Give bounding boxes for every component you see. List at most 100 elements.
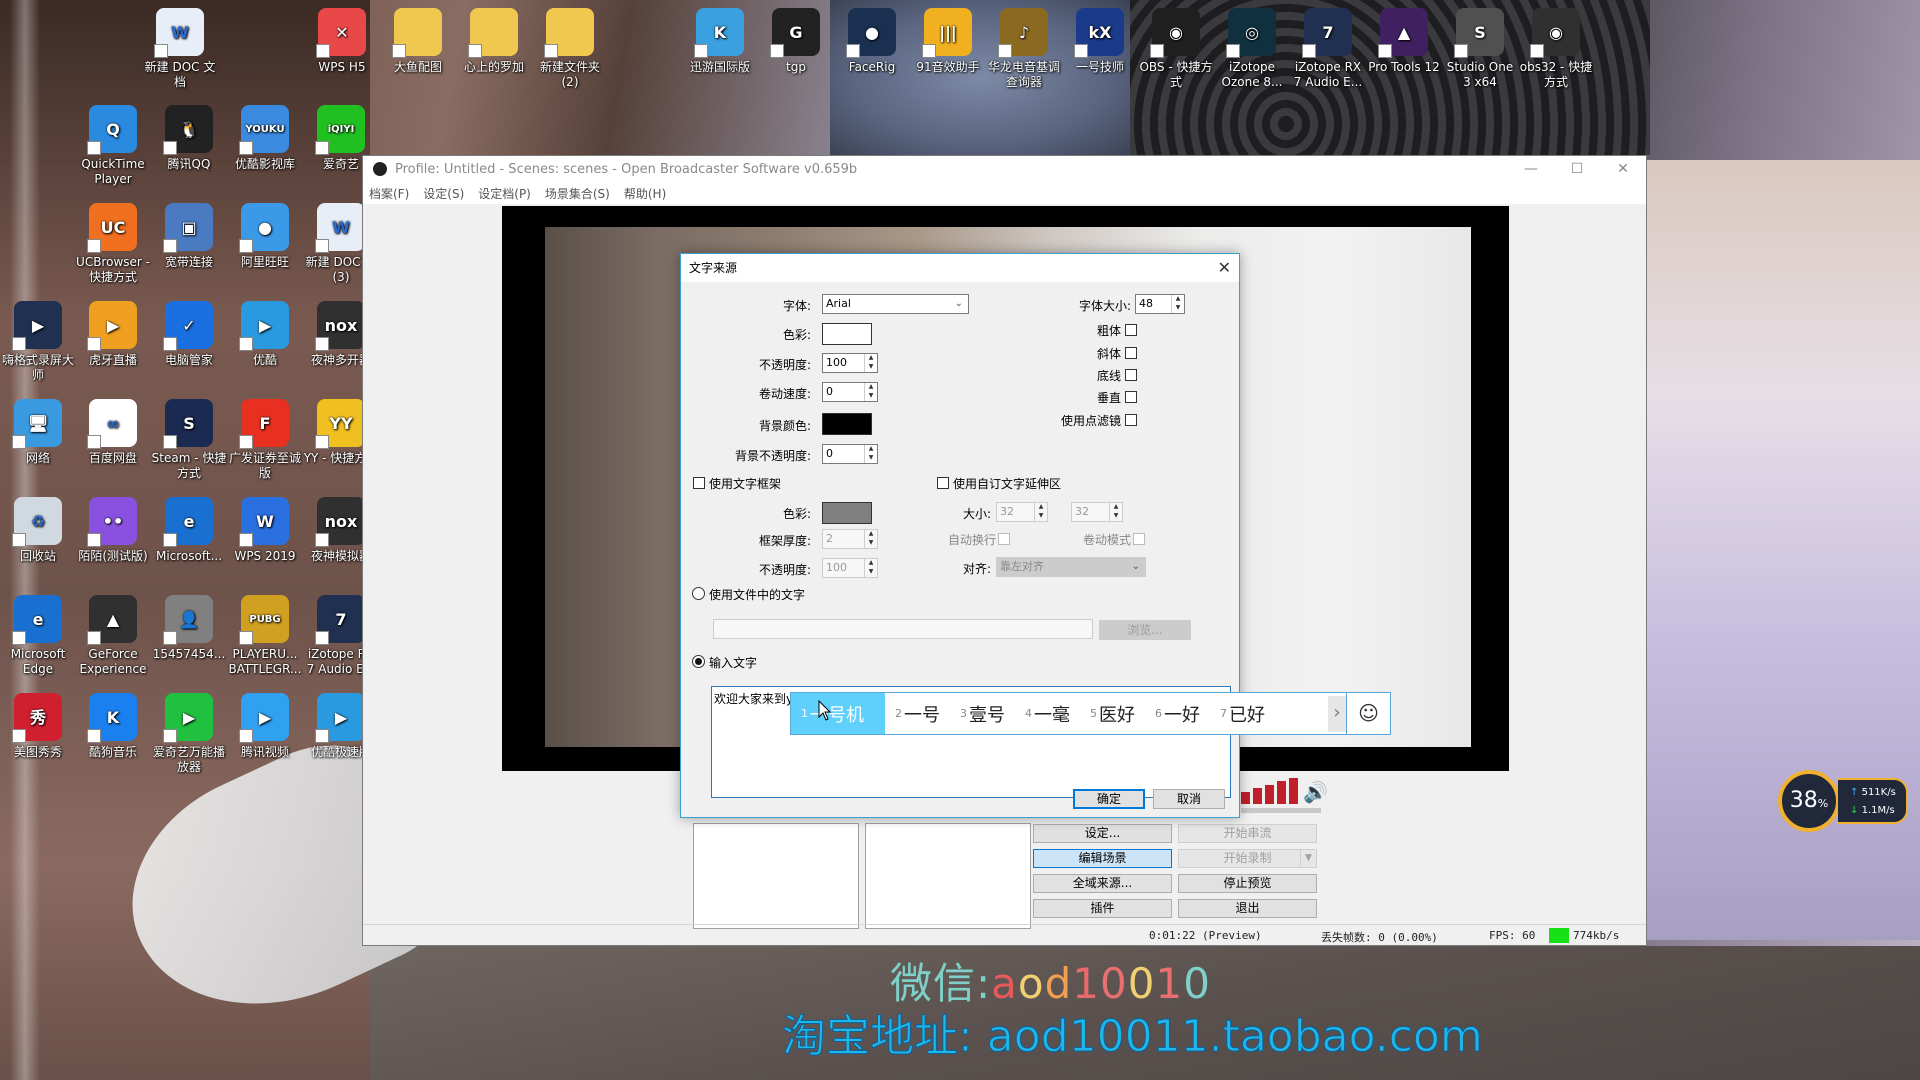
desktop-icon[interactable]: ● 阿里旺旺	[227, 203, 303, 270]
desktop-icon[interactable]: 🖥 网络	[0, 399, 76, 466]
use-outline-checkbox[interactable]	[693, 477, 705, 489]
menu-help[interactable]: 帮助(H)	[624, 185, 666, 202]
font-select[interactable]: Arial ⌄	[822, 294, 969, 314]
scroll-mode-checkbox[interactable]	[1133, 533, 1145, 545]
size-width-input[interactable]: 32 ▲ ▼	[996, 502, 1048, 522]
outline-thickness-input[interactable]: 2 ▲ ▼	[822, 529, 878, 549]
desktop-icon[interactable]: 大鱼配图	[380, 8, 456, 75]
font-size-input[interactable]: 48 ▲ ▼	[1135, 294, 1185, 314]
point-filter-checkbox[interactable]	[1125, 414, 1137, 426]
emoji-icon[interactable]: ☺	[1346, 693, 1390, 734]
desktop-icon[interactable]: ▣ 宽带连接	[151, 203, 227, 270]
use-file-radio[interactable]	[692, 587, 705, 600]
exit-button[interactable]: 退出	[1178, 899, 1317, 918]
desktop-icon[interactable]: F 广发证券至诚版	[227, 399, 303, 481]
desktop-icon[interactable]: YOUKU 优酷影视库	[227, 105, 303, 172]
desktop-icon[interactable]: W WPS 2019	[227, 497, 303, 564]
desktop-icon[interactable]: ▶ 嗨格式录屏大师	[0, 301, 76, 383]
edit-scene-button[interactable]: 编辑场景	[1033, 849, 1172, 868]
desktop-icon[interactable]: ▶ 爱奇艺万能播放器	[151, 693, 227, 775]
align-select[interactable]: 靠左对齐 ⌄	[996, 557, 1146, 577]
desktop-icon[interactable]: UC UCBrowser - 快捷方式	[75, 203, 151, 285]
desktop-icon[interactable]: 👤 15457454...	[151, 595, 227, 662]
global-sources-button[interactable]: 全域来源...	[1033, 874, 1172, 893]
outline-opacity-spinner[interactable]: ▲ ▼	[864, 559, 877, 577]
outline-opacity-input[interactable]: 100 ▲ ▼	[822, 558, 878, 578]
close-button[interactable]: ✕	[1600, 156, 1646, 182]
wrap-checkbox[interactable]	[998, 533, 1010, 545]
ime-candidate-7[interactable]: 7 已好	[1210, 693, 1265, 734]
minimize-button[interactable]: —	[1508, 156, 1554, 182]
desktop-icon[interactable]: e Microsoft...	[151, 497, 227, 564]
speaker-icon[interactable]: 🔊	[1303, 780, 1328, 804]
italic-checkbox[interactable]	[1125, 347, 1137, 359]
desktop-icon[interactable]: ||| 91音效助手	[910, 8, 986, 75]
desktop-icon[interactable]: ● FaceRig	[834, 8, 910, 75]
desktop-icon[interactable]: S Studio One 3 x64	[1442, 8, 1518, 90]
menu-file[interactable]: 档案(F)	[369, 185, 409, 202]
desktop-icon[interactable]: K 迅游国际版	[682, 8, 758, 75]
scroll-speed-spinner[interactable]: ▲ ▼	[864, 383, 877, 401]
file-path-input[interactable]	[713, 619, 1093, 639]
menu-scene-collection[interactable]: 场景集合(S)	[545, 185, 610, 202]
desktop-icon[interactable]: S Steam - 快捷方式	[151, 399, 227, 481]
plugins-button[interactable]: 插件	[1033, 899, 1172, 918]
ok-button[interactable]: 确定	[1073, 789, 1145, 809]
bg-opacity-spinner[interactable]: ▲ ▼	[864, 445, 877, 463]
desktop-icon[interactable]: ✕ WPS H5	[304, 8, 380, 75]
bg-opacity-input[interactable]: 0 ▲ ▼	[822, 444, 878, 464]
desktop-icon[interactable]: 秀美图秀秀	[0, 693, 76, 760]
text-color-swatch[interactable]	[822, 323, 872, 345]
stop-preview-button[interactable]: 停止预览	[1178, 874, 1317, 893]
ime-candidate-3[interactable]: 3 壹号	[950, 693, 1015, 734]
sources-list[interactable]	[865, 823, 1031, 929]
desktop-icon[interactable]: 7 iZotope RX 7 Audio E...	[1290, 8, 1366, 90]
input-text-radio[interactable]	[692, 655, 705, 668]
ime-candidate-5[interactable]: 5 医好	[1080, 693, 1145, 734]
bg-color-swatch[interactable]	[822, 413, 872, 435]
ime-candidate-6[interactable]: 6 一好	[1145, 693, 1210, 734]
desktop-icon[interactable]: ♻ 回收站	[0, 497, 76, 564]
ime-next-page-icon[interactable]: ›	[1328, 695, 1346, 732]
desktop-icon[interactable]: Q QuickTime Player	[75, 105, 151, 187]
browse-button[interactable]: 浏览...	[1099, 620, 1191, 640]
opacity-input[interactable]: 100 ▲ ▼	[822, 353, 878, 373]
ime-candidate-1[interactable]: 1 一号机	[791, 693, 885, 734]
desktop-icon[interactable]: 新建文件夹 (2)	[532, 8, 608, 90]
desktop-icon[interactable]: kX 一号技师	[1062, 8, 1138, 75]
ime-candidate-4[interactable]: 4 一毫	[1015, 693, 1080, 734]
size-height-spinner[interactable]: ▲ ▼	[1109, 503, 1122, 521]
maximize-button[interactable]: ☐	[1554, 156, 1600, 182]
recording-dropdown-icon[interactable]: ▼	[1300, 850, 1316, 867]
underline-checkbox[interactable]	[1125, 369, 1137, 381]
desktop-icon[interactable]: W 新建 DOC 文档	[142, 8, 218, 90]
bold-checkbox[interactable]	[1125, 324, 1137, 336]
desktop-icon[interactable]: ◉ OBS - 快捷方式	[1138, 8, 1214, 90]
vertical-checkbox[interactable]	[1125, 391, 1137, 403]
desktop-icon[interactable]: e Microsoft Edge	[0, 595, 76, 677]
scroll-speed-input[interactable]: 0 ▲ ▼	[822, 382, 878, 402]
start-streaming-button[interactable]: 开始串流	[1178, 824, 1317, 843]
volume-slider[interactable]	[1241, 808, 1321, 813]
desktop-icon[interactable]: ◎ iZotope Ozone 8...	[1214, 8, 1290, 90]
obs-title-bar[interactable]: Profile: Untitled - Scenes: scenes - Ope…	[363, 156, 1646, 182]
dialog-close-button[interactable]: ✕	[1218, 258, 1231, 277]
font-size-spinner[interactable]: ▲ ▼	[1171, 295, 1184, 313]
menu-settings[interactable]: 设定(S)	[423, 185, 464, 202]
desktop-icon[interactable]: K 酷狗音乐	[75, 693, 151, 760]
outline-color-swatch[interactable]	[822, 502, 872, 524]
desktop-icon[interactable]: Gtgp	[758, 8, 834, 75]
desktop-icon[interactable]: 🐧 腾讯QQ	[151, 105, 227, 172]
desktop-icon[interactable]: 心上的罗加	[456, 8, 532, 75]
desktop-icon[interactable]: ∞ 百度网盘	[75, 399, 151, 466]
desktop-icon[interactable]: ▲ GeForce Experience	[75, 595, 151, 677]
desktop-icon[interactable]: ▶ 虎牙直播	[75, 301, 151, 368]
network-speed-widget[interactable]: 38% ↑ 511K/s ↓ 1.1M/s	[1778, 770, 1908, 834]
opacity-spinner[interactable]: ▲ ▼	[864, 354, 877, 372]
settings-button[interactable]: 设定...	[1033, 824, 1172, 843]
cancel-button[interactable]: 取消	[1153, 789, 1225, 809]
scenes-list[interactable]	[693, 823, 859, 929]
desktop-icon[interactable]: PUBG PLAYERU... BATTLEGR...	[227, 595, 303, 677]
desktop-icon[interactable]: ♪ 华龙电音基调查询器	[986, 8, 1062, 90]
outline-thickness-spinner[interactable]: ▲ ▼	[864, 530, 877, 548]
